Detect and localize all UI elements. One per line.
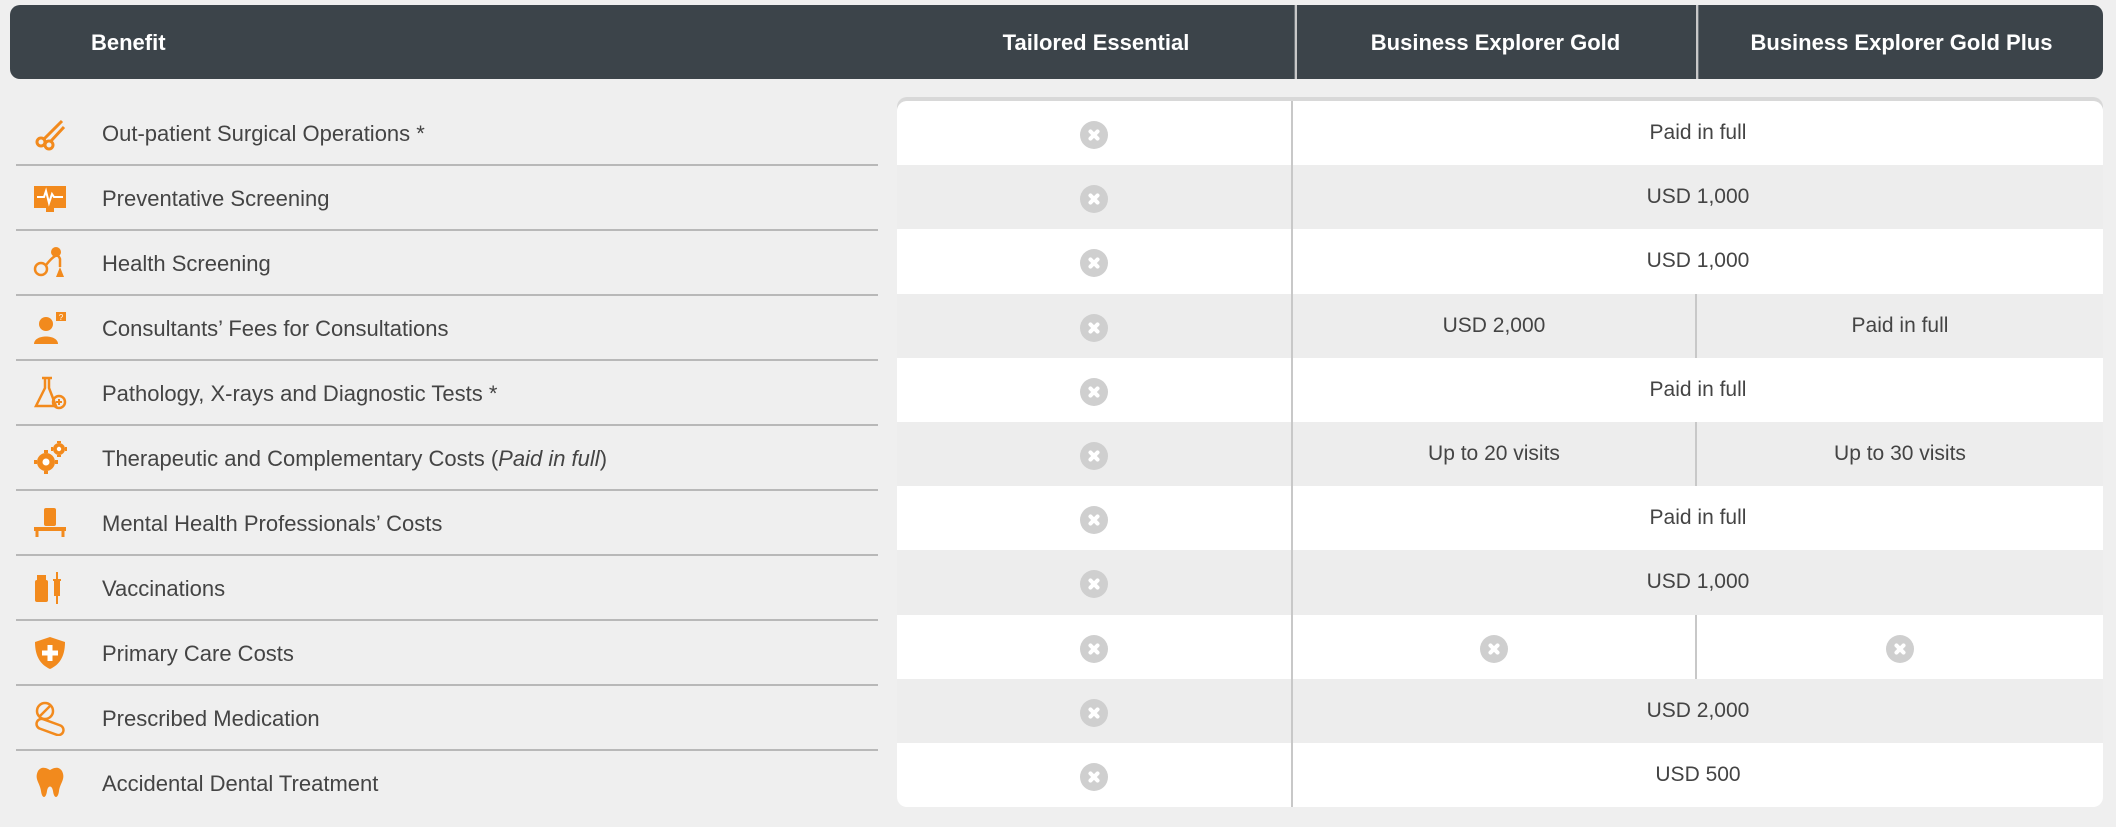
cell-business-explorer-gold: USD 2,000	[1293, 293, 1697, 358]
benefit-label: Consultants’ Fees for Consultations	[102, 316, 449, 341]
cell-business-explorer-gold-plus	[1697, 615, 2103, 679]
table-row: Paid in full	[897, 357, 2103, 422]
cell-business-explorer-gold	[1293, 614, 1697, 679]
benefit-row: Vaccinations	[16, 556, 878, 621]
benefit-row: Health Screening	[16, 231, 878, 296]
benefit-list: Out-patient Surgical Operations * Preven…	[16, 101, 878, 814]
cell-business-explorer-gold-plus: Up to 30 visits	[1834, 442, 1966, 466]
flask-icon	[33, 376, 67, 410]
shield-icon	[35, 637, 65, 669]
benefit-label: Preventative Screening	[102, 186, 330, 211]
gears-icon	[34, 441, 67, 474]
cell-gold-merged: USD 500	[1655, 762, 1741, 786]
tooth-icon	[36, 767, 64, 797]
cell-gold-merged: Paid in full	[1649, 121, 1747, 145]
cell-tailored-essential	[897, 550, 1293, 615]
cell-tailored-essential	[897, 614, 1293, 679]
monitor-icon	[34, 186, 66, 212]
not-covered-icon	[1080, 442, 1108, 471]
cell-gold-merged: Paid in full	[1649, 506, 1747, 530]
doctor-icon: ?	[34, 312, 66, 344]
cell-tailored-essential	[897, 293, 1293, 358]
cell-tailored-essential	[897, 486, 1293, 551]
cell-tailored-essential	[897, 101, 1293, 166]
benefit-label: Prescribed Medication	[102, 706, 320, 731]
not-covered-icon	[1480, 634, 1508, 663]
header-business-explorer-gold-plus: Business Explorer Gold Plus	[1698, 5, 2104, 79]
cell-business-explorer-gold-plus: Paid in full	[1851, 313, 1949, 337]
header-tailored-essential: Tailored Essential	[897, 5, 1297, 79]
benefit-label: Health Screening	[102, 251, 271, 276]
benefit-row: ? Consultants’ Fees for Consultations	[16, 296, 878, 361]
table-row: Paid in full	[897, 486, 2103, 551]
benefit-label: Pathology, X-rays and Diagnostic Tests *	[102, 381, 498, 406]
header-benefit: Benefit	[91, 30, 166, 55]
benefit-row: Accidental Dental Treatment	[16, 751, 878, 814]
not-covered-icon	[1080, 185, 1108, 214]
header-business-explorer-gold: Business Explorer Gold	[1294, 5, 1698, 79]
not-covered-icon	[1080, 506, 1108, 535]
benefit-label: Therapeutic and Complementary Costs (Pai…	[102, 446, 608, 471]
benefit-row: Mental Health Professionals’ Costs	[16, 491, 878, 556]
table-row: USD 2,000 Paid in full	[897, 293, 2103, 358]
benefit-row: Out-patient Surgical Operations *	[16, 101, 878, 166]
table-row: USD 1,000	[897, 229, 2103, 294]
cell-business-explorer-gold: Up to 20 visits	[1293, 421, 1697, 487]
stethoscope-icon	[33, 247, 64, 277]
table-row: USD 2,000	[897, 678, 2103, 743]
benefit-label: Mental Health Professionals’ Costs	[102, 511, 443, 536]
not-covered-icon	[1080, 698, 1108, 727]
table-header: Benefit Tailored Essential Business Expl…	[10, 5, 2103, 79]
benefit-row: Pathology, X-rays and Diagnostic Tests *	[16, 361, 878, 426]
benefit-row: Therapeutic and Complementary Costs (Pai…	[16, 426, 878, 491]
table-row: USD 1,000	[897, 165, 2103, 230]
benefit-label: Vaccinations	[102, 576, 226, 601]
svg-text:?: ?	[59, 313, 64, 322]
not-covered-icon	[1080, 570, 1108, 599]
benefit-label: Accidental Dental Treatment	[102, 771, 379, 796]
cell-gold-merged: USD 1,000	[1646, 185, 1750, 209]
benefit-row: Primary Care Costs	[16, 621, 878, 686]
not-covered-icon	[1080, 249, 1108, 278]
not-covered-icon	[1080, 377, 1108, 406]
table-row: USD 500	[897, 742, 2103, 808]
syringe-icon	[35, 572, 61, 604]
scissors-icon	[35, 119, 66, 151]
couch-icon	[34, 508, 66, 537]
cell-gold-merged: USD 1,000	[1646, 570, 1750, 594]
pills-icon	[35, 701, 65, 736]
cell-gold-merged: USD 1,000	[1646, 249, 1750, 273]
table-row: Paid in full	[897, 101, 2103, 166]
cell-tailored-essential	[897, 742, 1293, 808]
cell-tailored-essential	[897, 229, 1293, 294]
table-row	[897, 614, 2103, 679]
not-covered-icon	[1080, 121, 1108, 150]
not-covered-icon	[1080, 634, 1108, 663]
cell-tailored-essential	[897, 421, 1293, 487]
cell-gold-merged: Paid in full	[1649, 377, 1747, 401]
not-covered-icon	[1886, 634, 1914, 663]
not-covered-icon	[1080, 762, 1108, 791]
benefit-row: Prescribed Medication	[16, 686, 878, 751]
cell-tailored-essential	[897, 357, 1293, 422]
benefit-label: Primary Care Costs	[102, 641, 294, 666]
cell-gold-merged: USD 2,000	[1646, 698, 1750, 722]
comparison-grid: Paid in full USD 1,000 USD 1,000 USD 2,0…	[897, 101, 2103, 808]
benefit-label: Out-patient Surgical Operations *	[102, 121, 425, 146]
table-row: Up to 20 visits Up to 30 visits	[897, 421, 2103, 487]
cell-tailored-essential	[897, 165, 1293, 230]
cell-tailored-essential	[897, 678, 1293, 743]
not-covered-icon	[1080, 313, 1108, 342]
benefit-row: Preventative Screening	[16, 166, 878, 231]
table-row: USD 1,000	[897, 550, 2103, 615]
